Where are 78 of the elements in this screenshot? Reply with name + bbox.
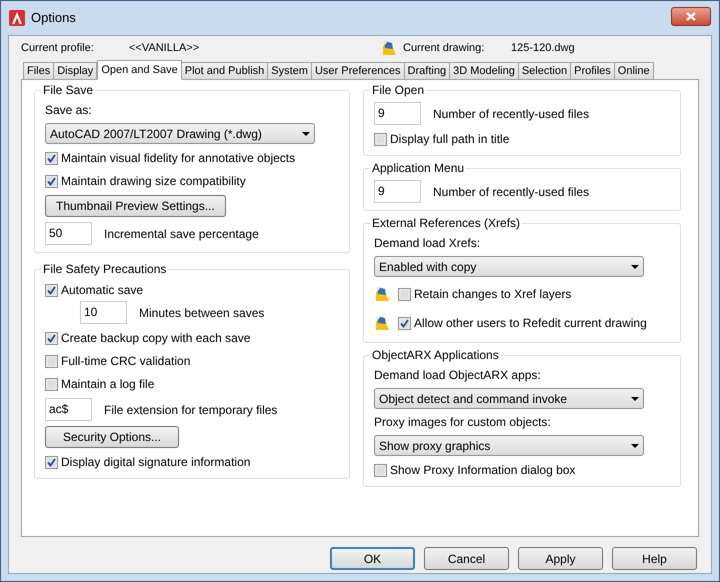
checkbox-label: Maintain a log file: [61, 376, 154, 393]
field-label: File extension for temporary files: [104, 402, 278, 418]
checkbox[interactable]: [398, 288, 411, 300]
tab[interactable]: Open and Save: [97, 60, 182, 80]
checkbox[interactable]: [398, 316, 411, 330]
number-field[interactable]: 10: [80, 301, 127, 324]
tab[interactable]: Drafting: [404, 62, 450, 80]
group-title: File Safety Precautions: [41, 262, 168, 276]
field-label: Minutes between saves: [139, 304, 264, 322]
dropdown[interactable]: Object detect and command invoke: [374, 388, 644, 409]
dropdown[interactable]: Enabled with copy: [374, 256, 644, 277]
tab[interactable]: Plot and Publish: [182, 62, 268, 80]
number-field[interactable]: 9: [374, 102, 421, 125]
tab[interactable]: Profiles: [571, 62, 615, 80]
drawing-file-icon: [374, 286, 390, 302]
checkbox[interactable]: [45, 456, 58, 468]
checkbox-label: Full-time CRC validation: [61, 353, 190, 370]
profile-name: <<VANILLA>>: [129, 40, 200, 56]
checkbox-label: Maintain visual fidelity for annotative objects: [61, 150, 296, 167]
dropdown[interactable]: Show proxy graphics: [374, 435, 644, 456]
close-icon: [686, 12, 696, 20]
dialog-button[interactable]: OK: [330, 547, 415, 570]
caret-icon: [302, 132, 310, 136]
caret-icon: [631, 396, 639, 400]
number-field[interactable]: 9: [374, 180, 421, 203]
drawing-label: Current drawing:: [403, 40, 486, 56]
window-title: Options: [31, 9, 76, 28]
tab[interactable]: Display: [54, 62, 98, 80]
dialog-button[interactable]: Apply: [518, 547, 603, 570]
checkbox-label: Create backup copy with each save: [61, 330, 250, 347]
tab[interactable]: User Preferences: [312, 62, 405, 80]
caret-icon: [631, 264, 639, 268]
tab[interactable]: 3D Modeling: [450, 62, 519, 80]
checkbox[interactable]: [45, 378, 58, 390]
checkbox[interactable]: [45, 284, 58, 296]
profile-label: Current profile:: [21, 40, 95, 56]
group-title: Application Menu: [370, 161, 466, 175]
drawing-file-icon: [374, 315, 390, 331]
field-label: Number of recently-used files: [433, 184, 590, 200]
number-field[interactable]: 50: [45, 222, 92, 245]
tab[interactable]: System: [268, 62, 312, 80]
dialog-button[interactable]: Help: [612, 547, 697, 570]
group-title: ObjectARX Applications: [370, 348, 501, 362]
checkbox-label: Display full path in title: [390, 131, 510, 148]
checkbox[interactable]: [45, 354, 58, 368]
settings-button[interactable]: Security Options...: [45, 426, 179, 448]
dialog-button[interactable]: Cancel: [424, 547, 509, 570]
group-title: File Save: [41, 83, 96, 97]
field-label: Demand load Xrefs:: [374, 235, 482, 251]
drawing-name: 125-120.dwg: [511, 40, 575, 56]
close-button[interactable]: [671, 6, 711, 26]
checkbox[interactable]: [45, 152, 58, 164]
checkbox-label: Maintain drawing size compatibility: [61, 173, 246, 190]
tab[interactable]: Online: [614, 62, 654, 80]
field-label: Number of recently-used files: [433, 106, 590, 122]
checkbox[interactable]: [45, 174, 58, 188]
checkbox-label: Display digital signature information: [61, 454, 250, 471]
field-label: Demand load ObjectARX apps:: [374, 367, 542, 383]
number-field[interactable]: ac$: [45, 398, 92, 421]
tab[interactable]: Selection: [518, 62, 572, 80]
group-title: External References (Xrefs): [370, 216, 522, 230]
checkbox-label: Retain changes to Xref layers: [414, 286, 572, 303]
checkbox-label: Automatic save: [61, 282, 144, 299]
field-label: Incremental save percentage: [104, 226, 259, 242]
field-label: Proxy images for custom objects:: [374, 414, 552, 430]
drawing-file-icon: [381, 40, 397, 56]
tab[interactable]: Files: [23, 62, 54, 80]
settings-button[interactable]: Thumbnail Preview Settings...: [45, 195, 226, 217]
checkbox-label: Allow other users to Refedit current drawing: [414, 315, 647, 332]
checkbox[interactable]: [374, 132, 387, 146]
group-title: File Open: [370, 83, 426, 97]
dropdown[interactable]: AutoCAD 2007/LT2007 Drawing (*.dwg): [45, 123, 315, 144]
app-logo-icon: [9, 10, 25, 26]
checkbox[interactable]: [374, 464, 387, 476]
caret-icon: [631, 444, 639, 448]
checkbox-label: Show Proxy Information dialog box: [390, 462, 576, 479]
checkbox[interactable]: [45, 332, 58, 344]
field-label: Save as:: [45, 102, 93, 118]
